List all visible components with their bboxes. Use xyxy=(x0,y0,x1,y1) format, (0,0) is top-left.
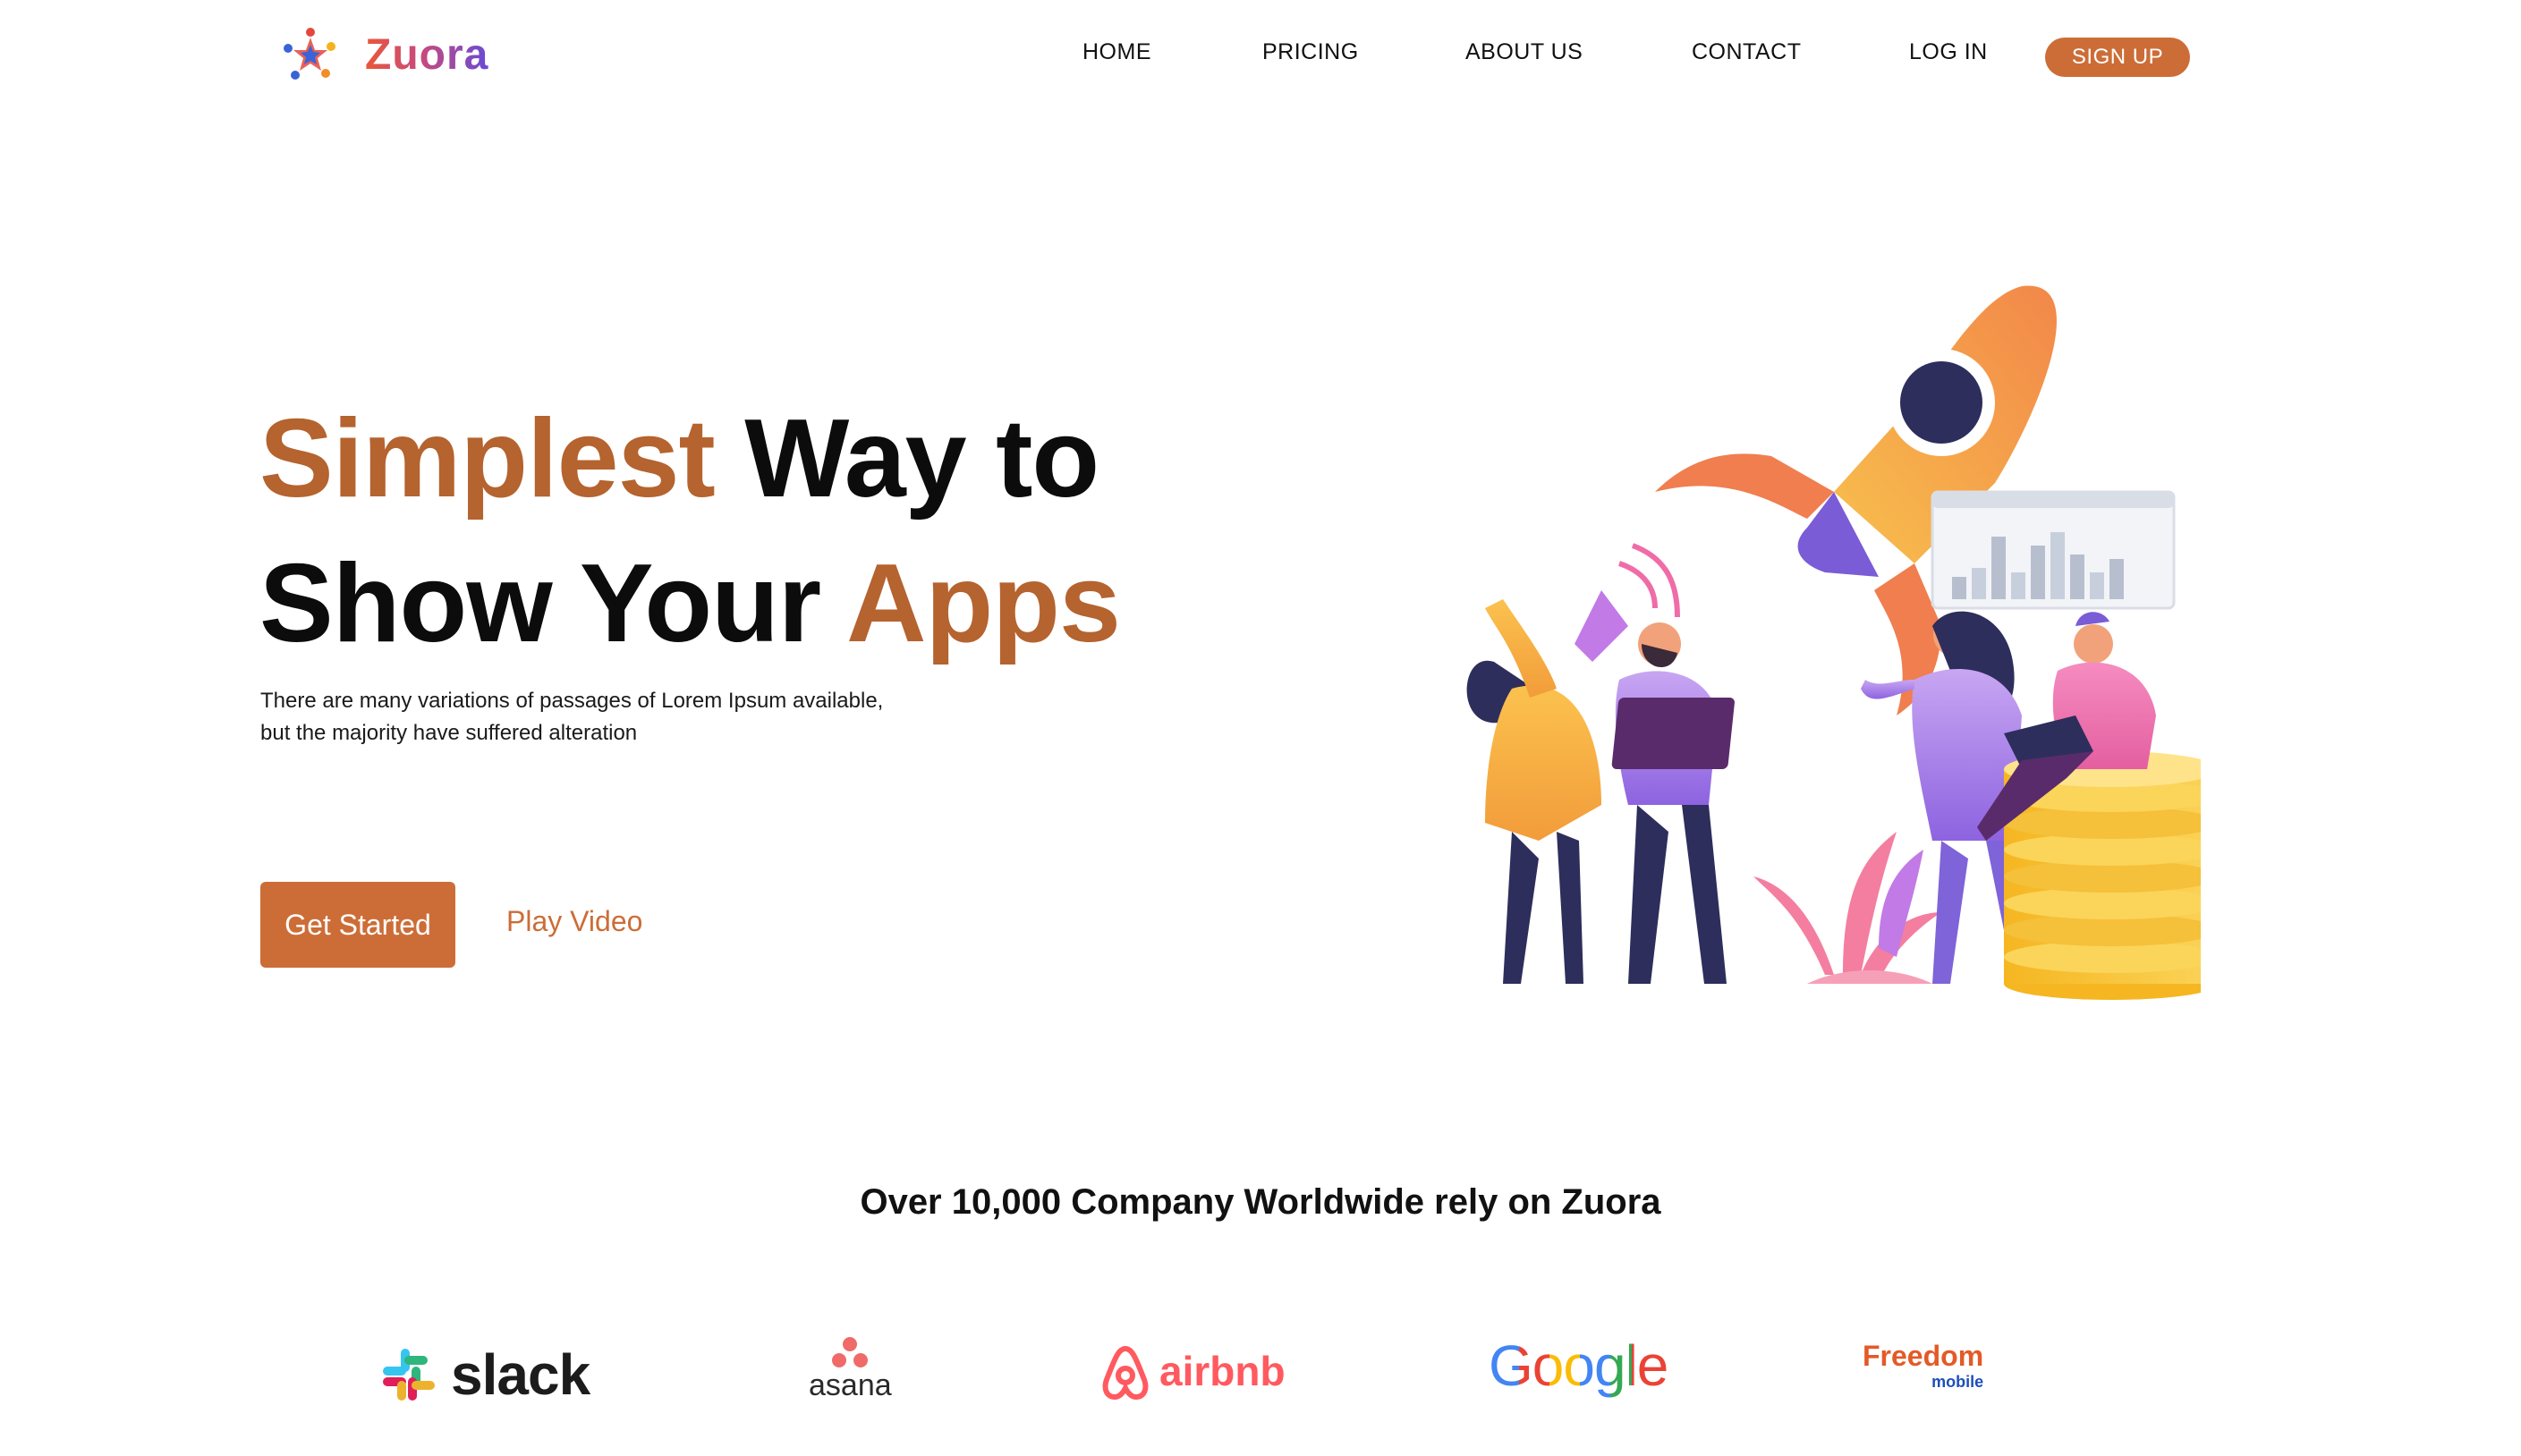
trust-title: Over 10,000 Company Worldwide rely on Zu… xyxy=(860,1182,1661,1222)
nav-contact[interactable]: CONTACT xyxy=(1692,39,1801,65)
airbnb-wordmark: airbnb xyxy=(1159,1348,1286,1394)
asana-icon xyxy=(832,1337,869,1367)
nav-pricing[interactable]: PRICING xyxy=(1262,39,1359,65)
zuora-logo-icon xyxy=(284,28,335,80)
chart-window-shape xyxy=(1931,490,2176,610)
rocket-team-illustration xyxy=(1466,285,2201,1000)
google-letters: Google xyxy=(1489,1333,1668,1398)
hero-title-accent-2: Apps xyxy=(845,542,1121,665)
google-wordmark: Google xyxy=(1489,1333,1668,1399)
hero-title-accent-1: Simplest xyxy=(259,397,716,521)
brand-logo[interactable]: Zuora xyxy=(279,23,488,86)
plant-shape xyxy=(1753,832,1941,984)
freedom-mobile-subtext: mobile xyxy=(1931,1373,1984,1391)
brand-name: Zuora xyxy=(365,30,489,79)
freedom-wordmark: Freedom xyxy=(1863,1340,1984,1372)
hero-title: Simplest Way to Show Your Apps xyxy=(259,386,1121,676)
nav-home[interactable]: HOME xyxy=(1082,39,1151,65)
landing-page: Zuora HOME PRICING ABOUT US CONTACT LOG … xyxy=(0,0,2521,1456)
slack-icon xyxy=(383,1349,435,1401)
nav-about-us[interactable]: ABOUT US xyxy=(1465,39,1583,65)
hero-description: There are many variations of passages of… xyxy=(260,689,884,745)
airbnb-icon xyxy=(1102,1345,1149,1401)
freedom-mobile-logo: Freedom mobile xyxy=(1863,1340,1983,1392)
slack-logo: slack xyxy=(379,1342,590,1408)
play-video-link[interactable]: Play Video xyxy=(506,905,642,938)
google-logo: Google xyxy=(1489,1333,1668,1399)
person-purple-shape xyxy=(1611,622,1735,984)
hero-title-text-2: Show Your xyxy=(259,542,846,665)
hero-title-text-1: Way to xyxy=(714,397,1099,521)
asana-wordmark: asana xyxy=(809,1368,892,1402)
signup-button[interactable]: SIGN UP xyxy=(2045,38,2190,77)
asana-logo: asana xyxy=(809,1336,892,1403)
get-started-button[interactable]: Get Started xyxy=(260,882,455,968)
nav-login[interactable]: LOG IN xyxy=(1909,39,1988,65)
slack-wordmark: slack xyxy=(451,1342,590,1407)
airbnb-logo: airbnb xyxy=(1099,1342,1286,1401)
